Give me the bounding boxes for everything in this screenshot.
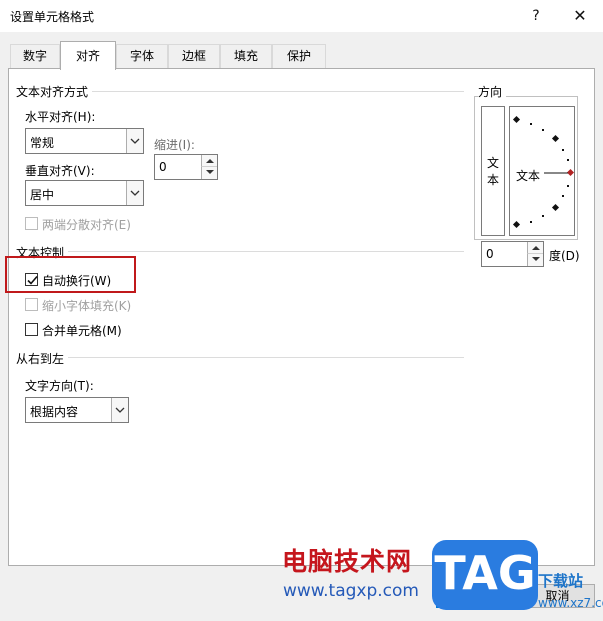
checkmark-icon xyxy=(27,275,38,285)
watermark-side-url: www.xz7.com xyxy=(538,596,603,610)
watermark-tag-text: TAG xyxy=(434,546,536,600)
watermark-tag-logo: TAG xyxy=(432,540,538,610)
tab-font[interactable]: 字体 xyxy=(116,44,168,69)
chevron-down-icon xyxy=(111,398,128,422)
orientation-group-title: 方向 xyxy=(478,83,507,100)
merge-cells-checkbox[interactable] xyxy=(25,323,38,336)
indent-value: 0 xyxy=(159,160,167,174)
rtl-group-title: 从右到左 xyxy=(16,350,69,367)
degree-spinner[interactable]: 0 xyxy=(481,241,544,267)
watermark-url: www.tagxp.com xyxy=(283,581,419,601)
spin-down-icon[interactable] xyxy=(527,254,543,266)
vertical-text-label: 文本 xyxy=(486,156,499,187)
dial-text-label: 文本 xyxy=(516,169,541,183)
horizontal-align-select[interactable]: 常规 xyxy=(25,128,144,154)
close-button[interactable]: ✕ xyxy=(568,4,592,28)
title-bar: 设置单元格格式 ? ✕ xyxy=(0,0,603,32)
help-button[interactable]: ? xyxy=(524,4,548,28)
orientation-dial[interactable]: 文本 xyxy=(509,106,575,236)
tab-number[interactable]: 数字 xyxy=(10,44,60,69)
watermark-site-name: 电脑技术网 xyxy=(282,547,413,576)
tab-protection[interactable]: 保护 xyxy=(272,44,326,69)
text-direction-select[interactable]: 根据内容 xyxy=(25,397,129,423)
horizontal-align-label: 水平对齐(H): xyxy=(25,110,96,124)
shrink-to-fit-label: 缩小字体填充(K) xyxy=(42,299,132,313)
tab-alignment[interactable]: 对齐 xyxy=(60,41,116,70)
text-direction-label: 文字方向(T): xyxy=(25,379,94,393)
justify-distributed-checkbox[interactable] xyxy=(25,217,38,230)
window-title: 设置单元格格式 xyxy=(10,10,95,24)
degree-value: 0 xyxy=(486,247,494,261)
chevron-down-icon xyxy=(126,129,143,153)
wrap-text-checkbox[interactable] xyxy=(25,273,38,286)
vertical-align-value: 居中 xyxy=(30,188,55,202)
indent-spinner[interactable]: 0 xyxy=(154,154,218,180)
justify-distributed-label: 两端分散对齐(E) xyxy=(42,218,131,232)
horizontal-align-value: 常规 xyxy=(30,136,55,150)
spin-down-icon[interactable] xyxy=(201,167,217,179)
spin-up-icon[interactable] xyxy=(201,155,217,167)
vertical-text-button[interactable]: 文本 xyxy=(481,106,505,236)
vertical-align-label: 垂直对齐(V): xyxy=(25,164,95,178)
merge-cells-label: 合并单元格(M) xyxy=(42,324,122,338)
text-control-separator xyxy=(16,251,464,252)
spin-up-icon[interactable] xyxy=(527,242,543,254)
alignment-group-title: 文本对齐方式 xyxy=(16,83,93,100)
text-direction-value: 根据内容 xyxy=(30,405,79,419)
watermark-side-text: 下载站 xyxy=(538,572,584,590)
wrap-text-label: 自动换行(W) xyxy=(42,274,112,288)
degree-label: 度(D) xyxy=(549,249,580,263)
tab-fill[interactable]: 填充 xyxy=(220,44,272,69)
chevron-down-icon xyxy=(126,181,143,205)
tab-border[interactable]: 边框 xyxy=(168,44,220,69)
shrink-to-fit-checkbox[interactable] xyxy=(25,298,38,311)
vertical-align-select[interactable]: 居中 xyxy=(25,180,144,206)
indent-label: 缩进(I): xyxy=(154,138,195,152)
rtl-separator xyxy=(16,357,464,358)
